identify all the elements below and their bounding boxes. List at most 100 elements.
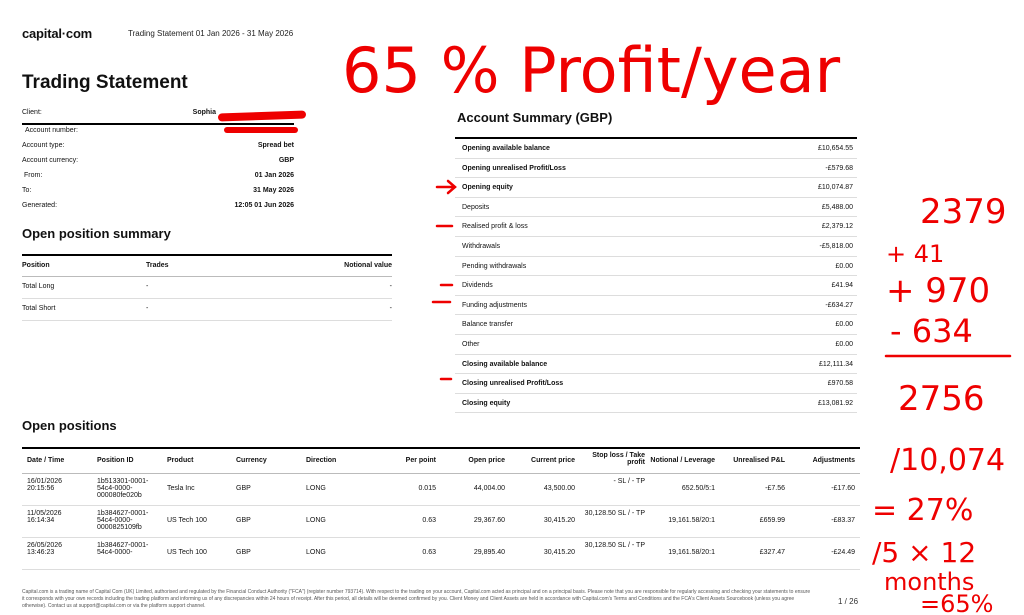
table-row: 11/05/2026 16:14:34 1b384627-0001-54c4-00…: [22, 506, 860, 538]
table-cell: 0.63: [422, 549, 436, 556]
column-header: Notional / Leverage: [650, 457, 715, 464]
table-cell: GBP: [236, 517, 251, 524]
redaction-mark: [224, 127, 298, 133]
open-position-summary-table: Position Trades Notional value Total Lon…: [22, 254, 392, 321]
summary-row: Pending withdrawals £0.00: [455, 257, 857, 277]
table-row: Total Long - -: [22, 277, 392, 299]
table-cell: 19,161.58/20:1: [668, 549, 715, 556]
table-cell: 11/05/2026 16:14:34: [27, 510, 62, 524]
table-cell: LONG: [306, 485, 326, 492]
summary-value: £10,074.87: [817, 184, 853, 192]
summary-row: Realised profit & loss £2,379.12: [455, 217, 857, 237]
table-cell: GBP: [236, 485, 251, 492]
summary-label: Opening equity: [462, 184, 513, 192]
summary-value: £10,654.55: [817, 145, 853, 152]
table-cell: -: [146, 283, 149, 290]
column-header: Notional value: [344, 262, 392, 269]
column-header: Product: [167, 457, 194, 464]
column-header: Unrealised P&L: [733, 457, 785, 464]
annotation-calc: = 27%: [872, 493, 973, 528]
column-header: Current price: [531, 457, 575, 464]
annotation-calc: /10,074: [890, 443, 1005, 478]
table-cell: 43,500.00: [543, 485, 575, 492]
column-header: Currency: [236, 457, 267, 464]
to-row: To: 31 May 2026: [22, 187, 294, 201]
summary-label: Closing unrealised Profit/Loss: [462, 380, 564, 388]
table-cell: 1b384627-0001-54c4-0000-0000825109fb: [97, 510, 149, 531]
summary-row: Closing equity £13,081.92: [455, 394, 857, 414]
to-value: 31 May 2026: [253, 187, 294, 194]
summary-label: Withdrawals: [462, 242, 501, 250]
capital-com-logo: capital·com: [22, 26, 93, 41]
account-type-row: Account type: Spread bet: [22, 142, 294, 156]
summary-label: Opening available balance: [462, 145, 550, 152]
summary-value: -£634.27: [825, 301, 853, 309]
open-positions-title: Open positions: [22, 418, 117, 433]
summary-row: Deposits £5,488.00: [455, 198, 857, 218]
table-cell: £327.47: [759, 549, 785, 556]
account-type-value: Spread bet: [257, 142, 294, 149]
column-header: Stop loss / Take profit: [592, 452, 645, 466]
summary-label: Deposits: [462, 203, 490, 211]
table-cell: GBP: [236, 549, 251, 556]
summary-label: Dividends: [462, 282, 493, 290]
table-cell: 1b384627-0001-54c4-0000-: [97, 542, 149, 556]
account-type-label: Account type:: [22, 142, 65, 149]
table-cell: US Tech 100: [167, 517, 207, 524]
summary-row: Closing unrealised Profit/Loss £970.58: [455, 374, 857, 394]
summary-value: £0.00: [835, 340, 853, 348]
summary-row: Withdrawals -£5,818.00: [455, 237, 857, 257]
account-currency-value: GBP: [278, 157, 294, 164]
table-cell: -£17.60: [831, 485, 855, 492]
summary-value: £5,488.00: [821, 203, 853, 211]
table-cell: 30,415.20: [543, 517, 575, 524]
summary-label: Other: [462, 340, 480, 348]
summary-label: Balance transfer: [462, 321, 513, 329]
annotation-calc: - 634: [890, 312, 973, 350]
annotation-calc: + 41: [886, 240, 944, 268]
summary-label: Funding adjustments: [462, 301, 527, 309]
annotation-calc: months: [884, 568, 974, 596]
table-header-row: Date / Time Position ID Product Currency Dir…: [22, 447, 860, 474]
generated-label: Generated:: [22, 202, 58, 209]
table-cell: -£83.37: [831, 517, 855, 524]
account-currency-row: Account currency: GBP: [22, 157, 294, 171]
account-summary-title: Account Summary (GBP): [457, 110, 613, 125]
client-info: Client: Sophia Account number: Account ty…: [22, 109, 294, 216]
table-cell: 19,161.58/20:1: [668, 517, 715, 524]
table-row: 26/05/2026 13:46:23 1b384627-0001-54c4-00…: [22, 538, 860, 570]
annotation-calc: /5 × 12: [872, 536, 976, 569]
column-header: Direction: [306, 457, 337, 464]
table-cell: LONG: [306, 549, 326, 556]
table-row: 16/01/2026 20:15:56 1b513301-0001-54c4-00…: [22, 474, 860, 506]
from-label: From:: [24, 172, 43, 179]
account-summary-table: Opening available balance £10,654.55 Openi…: [455, 137, 857, 414]
table-cell: 29,367.60: [473, 517, 505, 524]
table-cell: -: [389, 283, 392, 290]
summary-value: £970.58: [827, 380, 853, 388]
summary-value: £41.94: [831, 282, 853, 290]
table-cell: -: [146, 305, 149, 312]
arrow-mark: [435, 179, 457, 195]
account-currency-label: Account currency:: [22, 157, 79, 164]
table-cell: -£7.56: [765, 485, 785, 492]
annotation-calc: + 970: [886, 271, 990, 311]
summary-row: Closing available balance £12,111.34: [455, 355, 857, 375]
summary-row: Opening available balance £10,654.55: [455, 137, 857, 159]
column-header: Per point: [405, 457, 436, 464]
summary-label: Closing equity: [462, 399, 511, 407]
summary-row: Funding adjustments -£634.27: [455, 296, 857, 316]
summary-label: Pending withdrawals: [462, 262, 527, 270]
table-cell: -: [389, 305, 392, 312]
column-header: Adjustments: [812, 457, 855, 464]
summary-value: £0.00: [835, 262, 853, 270]
annotation-calc: =65%: [920, 590, 993, 615]
column-header: Position: [22, 262, 50, 269]
table-cell: 1b513301-0001-54c4-0000-000080fe020b: [97, 478, 149, 499]
annotation-calc: 2379: [920, 192, 1007, 232]
column-header: Trades: [146, 262, 169, 269]
table-cell: Total Long: [22, 283, 55, 290]
column-header: Open price: [468, 457, 505, 464]
account-number-label: Account number:: [25, 127, 78, 134]
table-cell: 30,128.50 SL / - TP: [584, 542, 645, 549]
